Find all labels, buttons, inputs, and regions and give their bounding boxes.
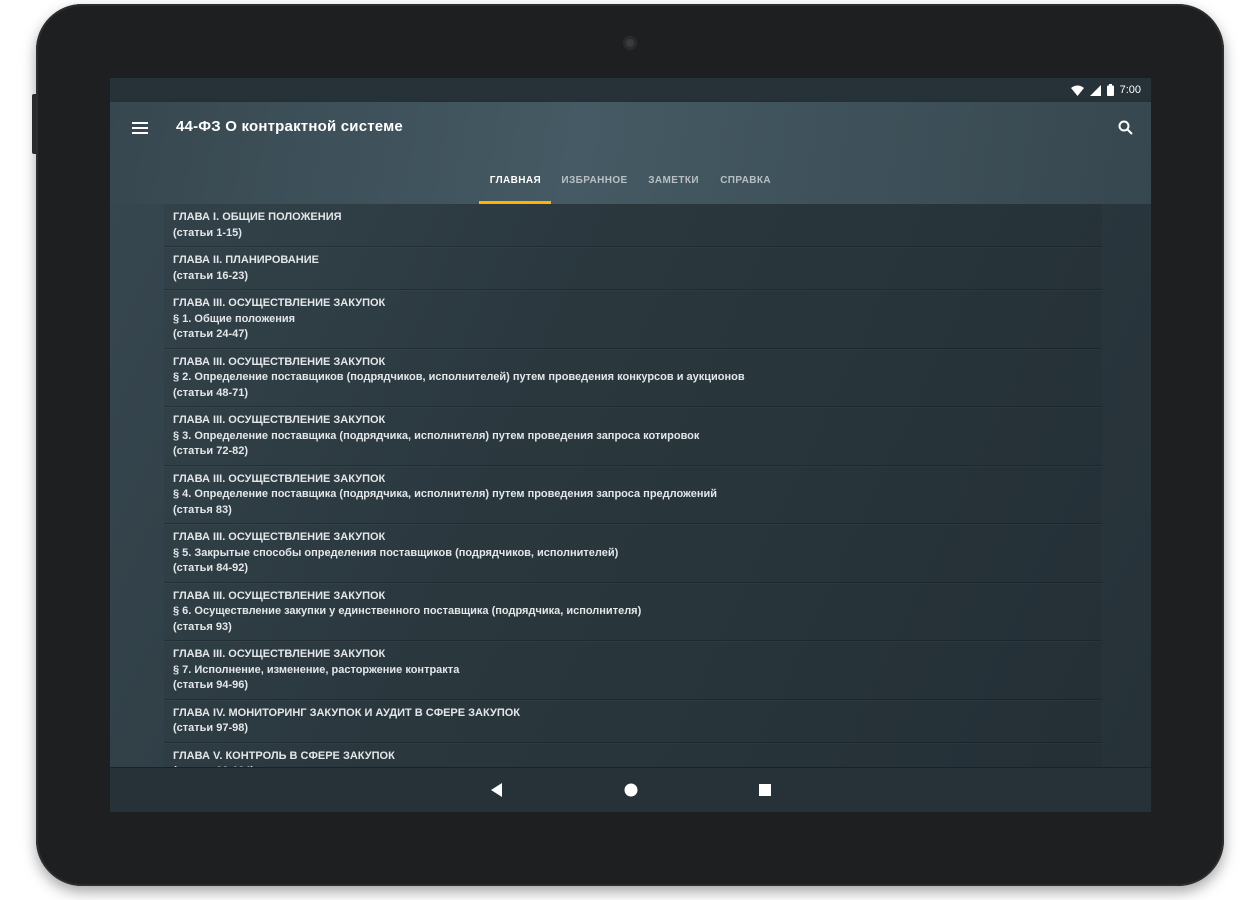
chapter-title: ГЛАВА IV. МОНИТОРИНГ ЗАКУПОК И АУДИТ В С…: [173, 706, 520, 719]
front-camera: [623, 36, 637, 50]
battery-icon: [1106, 84, 1114, 96]
chapter-title: ГЛАВА II. ПЛАНИРОВАНИЕ: [173, 254, 319, 266]
list-item[interactable]: ГЛАВА IV. МОНИТОРИНГ ЗАКУПОК И АУДИТ В С…: [164, 699, 1102, 743]
volume-button: [32, 94, 36, 154]
tab-label: ГЛАВНАЯ: [489, 174, 542, 186]
list-item[interactable]: ГЛАВА III. ОСУЩЕСТВЛЕНИЕ ЗАКУПОК § 7. Исп…: [164, 641, 1102, 700]
tab-label: ИЗБРАННОЕ: [561, 174, 628, 186]
chapter-subtitle: (статьи 97-98): [173, 722, 249, 734]
clock: 7:00: [1119, 84, 1141, 96]
chapter-title: ГЛАВА V. КОНТРОЛЬ В СФЕРЕ ЗАКУПОК: [173, 749, 395, 762]
chapter-subtitle: § 1. Общие положения: [173, 312, 296, 325]
chapter-title: ГЛАВА III. ОСУЩЕСТВЛЕНИЕ ЗАКУПОК: [173, 472, 386, 485]
chapter-subtitle: § 6. Осуществление закупки у единственно…: [173, 605, 642, 617]
navigation-bar: [110, 767, 1151, 812]
list-item[interactable]: ГЛАВА V. КОНТРОЛЬ В СФЕРЕ ЗАКУПОК(статьи…: [164, 742, 1102, 768]
list-item[interactable]: ГЛАВА III. ОСУЩЕСТВЛЕНИЕ ЗАКУПОК § 3. Опр…: [164, 407, 1102, 466]
chapter-subtitle: (статьи 94-96): [173, 679, 249, 691]
chapter-title: ГЛАВА III. ОСУЩЕСТВЛЕНИЕ ЗАКУПОК: [173, 648, 386, 660]
search-icon[interactable]: [1113, 115, 1137, 139]
chapter-title: ГЛАВА III. ОСУЩЕСТВЛЕНИЕ ЗАКУПОК: [173, 531, 386, 543]
list-item[interactable]: ГЛАВА II. ПЛАНИРОВАНИЕ (статьи 16-23): [164, 247, 1102, 290]
chapter-title: ГЛАВА III. ОСУЩЕСТВЛЕНИЕ ЗАКУПОК: [173, 297, 386, 309]
hamburger-menu-icon[interactable]: [128, 116, 152, 140]
tab-label: ЗАМЕТКИ: [648, 174, 699, 186]
chapter-title: ГЛАВА III. ОСУЩЕСТВЛЕНИЕ ЗАКУПОК: [173, 589, 386, 602]
chapter-list-area[interactable]: ГЛАВА I. ОБЩИЕ ПОЛОЖЕНИЯ (статьи 1-15) ГЛА…: [110, 204, 1151, 768]
chapter-list: ГЛАВА I. ОБЩИЕ ПОЛОЖЕНИЯ (статьи 1-15) ГЛА…: [164, 204, 1102, 768]
wifi-icon: [1070, 85, 1084, 96]
home-icon[interactable]: [619, 778, 643, 802]
back-icon[interactable]: [485, 778, 509, 802]
chapter-subtitle: (статьи 48-71): [173, 386, 249, 399]
chapter-subtitle: § 3. Определение поставщика (подрядчика,…: [173, 429, 700, 442]
chapter-title: ГЛАВА I. ОБЩИЕ ПОЛОЖЕНИЯ: [173, 211, 342, 223]
tab-notes[interactable]: ЗАМЕТКИ: [638, 156, 710, 204]
chapter-subtitle: § 7. Исполнение, изменение, расторжение …: [173, 663, 460, 676]
tab-bar: ГЛАВНАЯ ИЗБРАННОЕ ЗАМЕТКИ СПРАВКА: [110, 156, 1151, 204]
chapter-subtitle: § 4. Определение поставщика (подрядчика,…: [173, 488, 717, 500]
chapter-subtitle: (статьи 16-23): [173, 269, 249, 282]
list-item[interactable]: ГЛАВА III. ОСУЩЕСТВЛЕНИЕ ЗАКУПОК § 5. Зак…: [164, 524, 1102, 583]
chapter-subtitle: § 2. Определение поставщиков (подрядчико…: [173, 371, 745, 383]
list-item[interactable]: ГЛАВА III. ОСУЩЕСТВЛЕНИЕ ЗАКУПОК § 4. Опр…: [164, 465, 1102, 524]
tab-favorites[interactable]: ИЗБРАННОЕ: [551, 156, 637, 204]
chapter-title: ГЛАВА III. ОСУЩЕСТВЛЕНИЕ ЗАКУПОК: [173, 414, 386, 426]
tab-help[interactable]: СПРАВКА: [710, 156, 782, 204]
app-bar: 44-ФЗ О контрактной системе ГЛАВНАЯ ИЗБР…: [110, 102, 1151, 204]
tablet-frame: 7:00 44-ФЗ О контрактной системе ГЛАВНАЯ…: [32, 4, 1224, 886]
chapter-subtitle: (статьи 24-47): [173, 328, 249, 340]
chapter-subtitle: § 5. Закрытые способы определения постав…: [173, 546, 619, 559]
chapter-subtitle: (статьи 1-15): [173, 226, 242, 239]
device-screen: 7:00 44-ФЗ О контрактной системе ГЛАВНАЯ…: [110, 78, 1151, 812]
signal-icon: [1089, 84, 1101, 96]
chapter-title: ГЛАВА III. ОСУЩЕСТВЛЕНИЕ ЗАКУПОК: [173, 355, 386, 368]
list-item[interactable]: ГЛАВА I. ОБЩИЕ ПОЛОЖЕНИЯ (статьи 1-15): [164, 204, 1102, 247]
app-title: 44-ФЗ О контрактной системе: [176, 118, 403, 135]
chapter-subtitle: (статья 93): [173, 620, 232, 633]
status-bar: 7:00: [110, 78, 1151, 102]
list-item[interactable]: ГЛАВА III. ОСУЩЕСТВЛЕНИЕ ЗАКУПОК § 2. Опр…: [164, 348, 1102, 407]
tab-label: СПРАВКА: [720, 174, 771, 186]
chapter-subtitle: (статья 83): [173, 503, 232, 516]
chapter-subtitle: (статьи 72-82): [173, 445, 249, 457]
list-item[interactable]: ГЛАВА III. ОСУЩЕСТВЛЕНИЕ ЗАКУПОК § 1. Общ…: [164, 290, 1102, 349]
recents-icon[interactable]: [753, 778, 777, 802]
list-item[interactable]: ГЛАВА III. ОСУЩЕСТВЛЕНИЕ ЗАКУПОК § 6. Осу…: [164, 582, 1102, 641]
tab-main[interactable]: ГЛАВНАЯ: [479, 156, 552, 204]
chapter-subtitle: (статьи 84-92): [173, 562, 249, 574]
